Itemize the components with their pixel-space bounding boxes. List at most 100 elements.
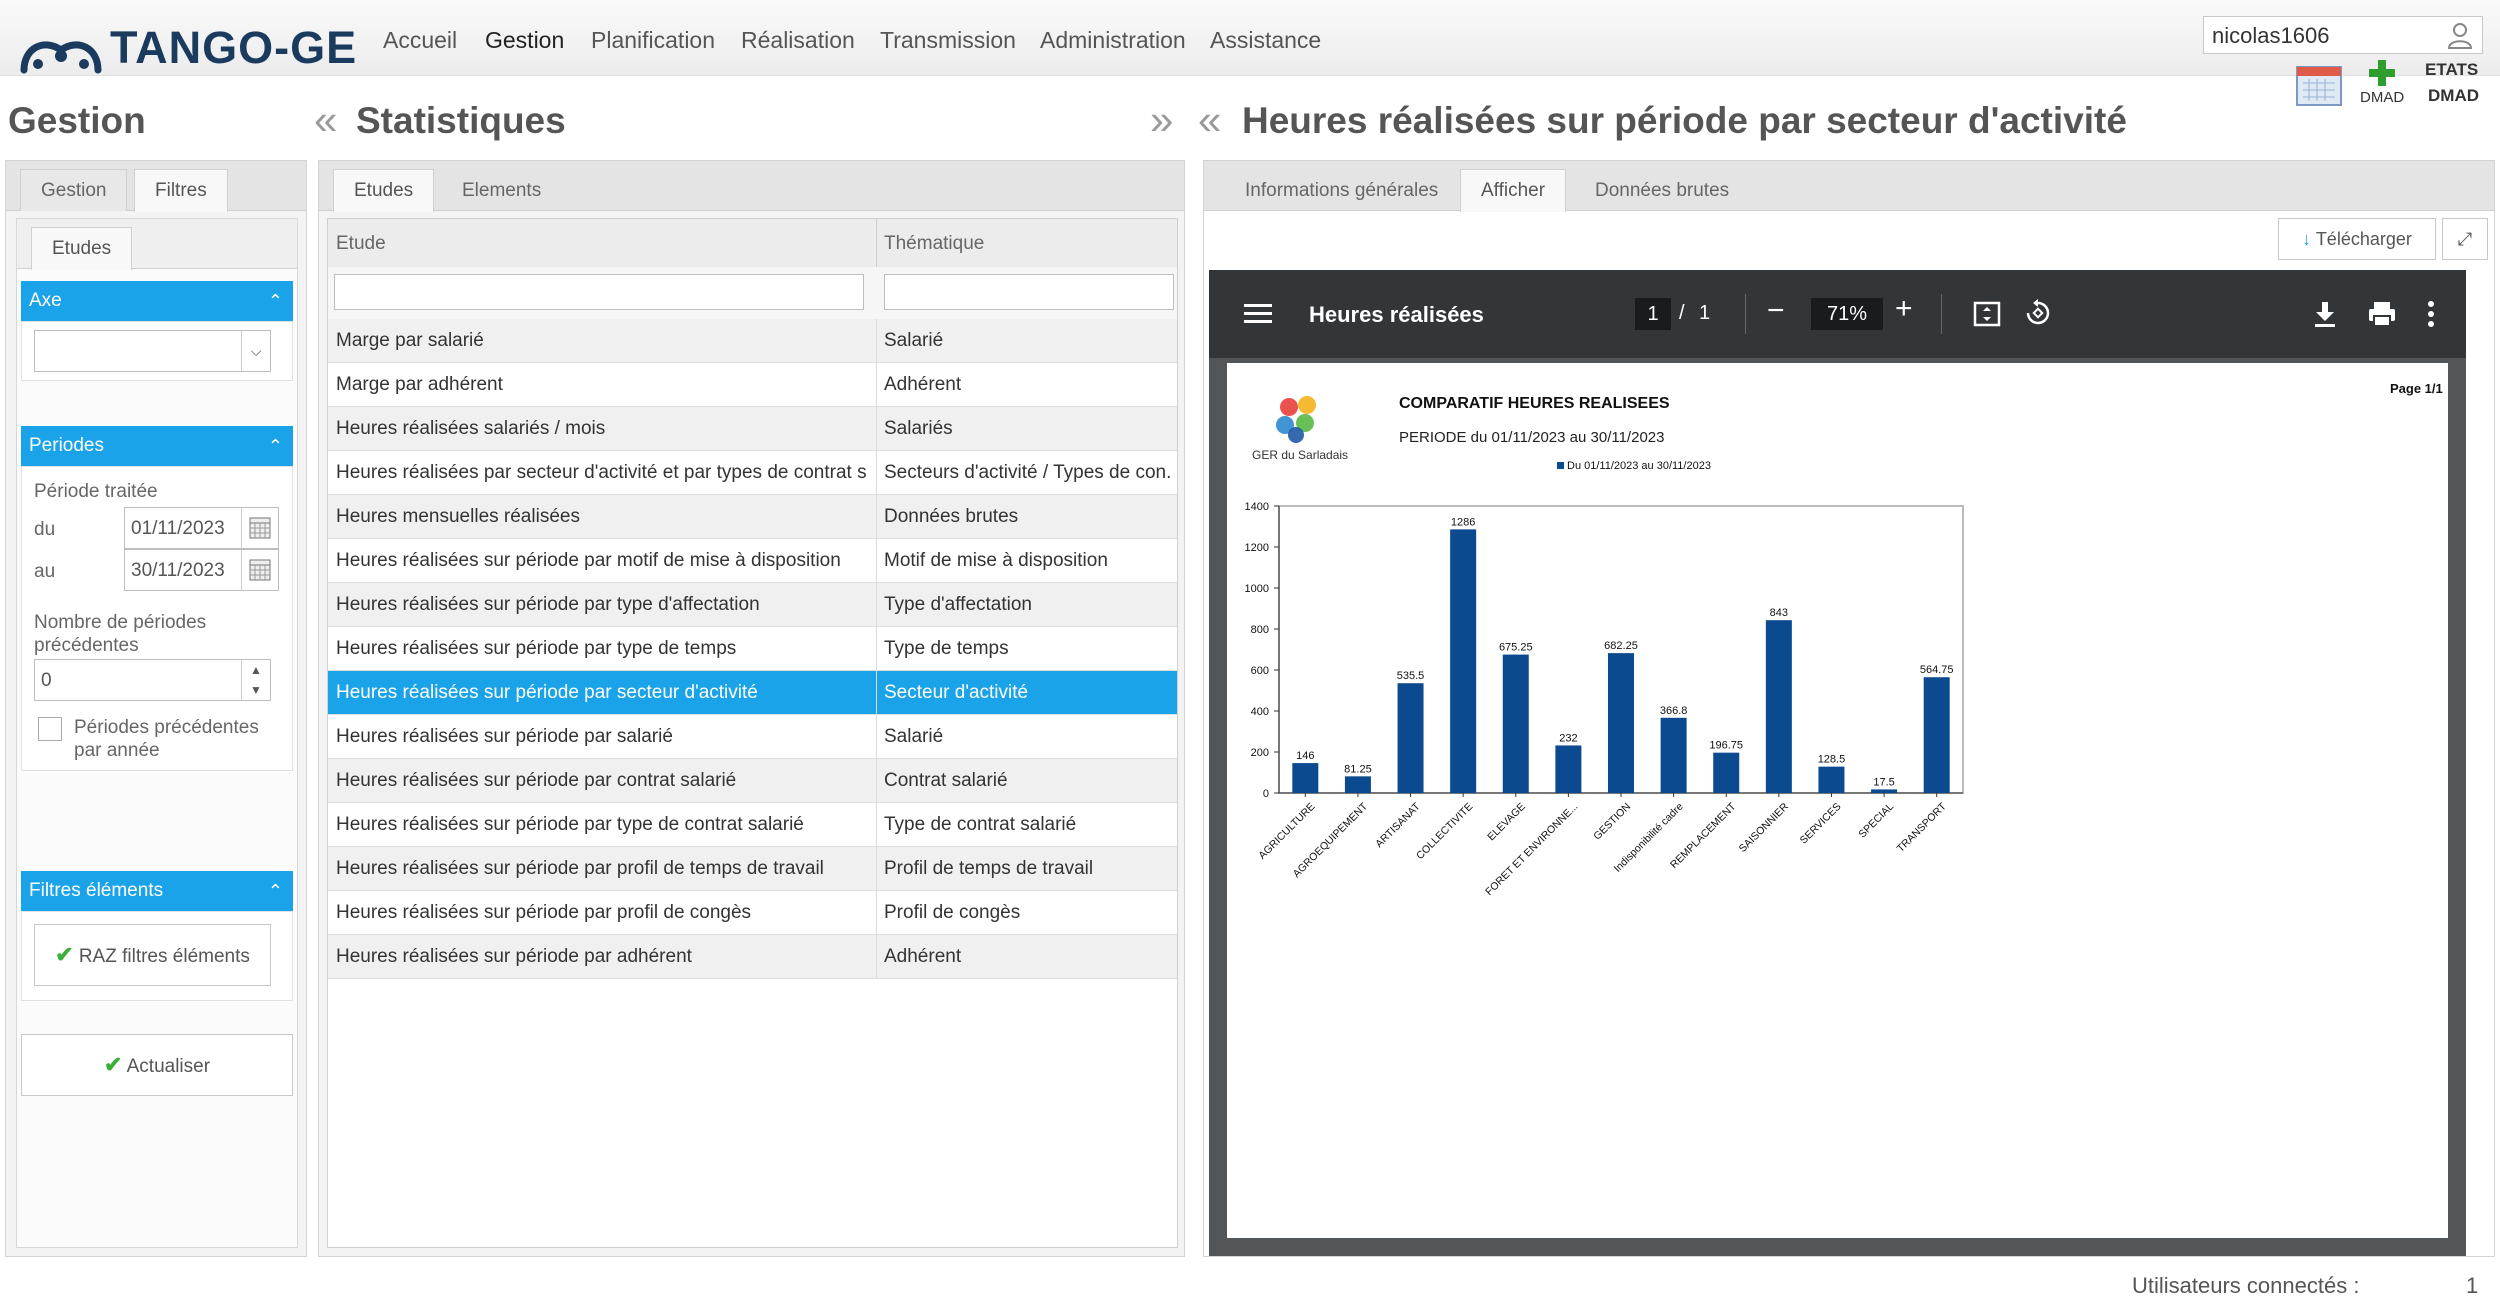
filter-etude-input[interactable] xyxy=(334,274,864,310)
add-dmad-icon[interactable] xyxy=(2367,58,2397,88)
du-label: du xyxy=(34,519,56,540)
nav-administration[interactable]: Administration xyxy=(1040,27,1186,54)
chevron-up-icon[interactable]: ⌃ xyxy=(268,426,283,466)
menu-icon[interactable] xyxy=(1244,302,1272,326)
page-number-input[interactable]: 1 xyxy=(1635,298,1671,330)
column-thematique[interactable]: Thématique xyxy=(884,233,984,255)
periodes-par-annee-checkbox[interactable] xyxy=(38,717,62,741)
tab-filtres[interactable]: Filtres xyxy=(134,169,228,212)
download-icon[interactable] xyxy=(2312,300,2338,328)
tab-afficher[interactable]: Afficher xyxy=(1460,169,1567,212)
expand-icon: ⤢ xyxy=(2457,229,2473,249)
tab-etudes[interactable]: Etudes xyxy=(333,169,435,212)
calendar-icon[interactable] xyxy=(2295,63,2343,107)
table-row[interactable]: Heures réalisées sur période par type d'… xyxy=(328,583,1177,627)
telecharger-button[interactable]: ↓ Télécharger xyxy=(2278,218,2436,260)
cell-divider xyxy=(876,539,877,583)
zoom-input[interactable]: 71% xyxy=(1811,298,1883,330)
fullscreen-button[interactable]: ⤢ xyxy=(2442,218,2488,260)
x-tick-label: GESTION xyxy=(1591,801,1633,843)
table-row[interactable]: Heures réalisées salariés / mois Salariés xyxy=(328,407,1177,451)
raz-filtres-button[interactable]: ✔ RAZ filtres éléments xyxy=(34,924,271,986)
table-row[interactable]: Heures réalisées sur période par secteur… xyxy=(328,671,1177,715)
etats-dmad-label[interactable]: DMAD xyxy=(2428,86,2479,106)
chevron-down-icon[interactable]: ⌵ xyxy=(241,331,270,371)
page-total: 1 xyxy=(1699,302,1711,324)
nav-accueil[interactable]: Accueil xyxy=(383,27,457,54)
nav-planification[interactable]: Planification xyxy=(591,27,715,54)
user-name: nicolas1606 xyxy=(2212,23,2330,48)
fit-page-icon[interactable] xyxy=(1973,300,2001,328)
zoom-out-icon[interactable]: − xyxy=(1767,294,1785,328)
table-row[interactable]: Heures réalisées sur période par profil … xyxy=(328,891,1177,935)
expand-right-icon[interactable]: » xyxy=(1150,96,1174,144)
date-au-field[interactable]: 30/11/2023 xyxy=(124,549,279,591)
raz-filtres-label: RAZ filtres éléments xyxy=(78,946,250,967)
etats-label[interactable]: ETATS xyxy=(2425,60,2478,80)
toolbar-divider xyxy=(1941,294,1942,334)
table-row[interactable]: Heures réalisées sur période par salarié… xyxy=(328,715,1177,759)
y-tick-label: 200 xyxy=(1251,747,1269,759)
print-icon[interactable] xyxy=(2367,300,2397,328)
data-label: 1286 xyxy=(1451,516,1475,528)
axe-header-label: Axe xyxy=(29,290,62,311)
table-row[interactable]: Heures réalisées sur période par motif d… xyxy=(328,539,1177,583)
dmad-label[interactable]: DMAD xyxy=(2360,89,2404,106)
table-row[interactable]: Marge par adhérent Adhérent xyxy=(328,363,1177,407)
filtres-content: Etudes Axe ⌃ ⌵ Periodes ⌃ Période traité… xyxy=(16,218,298,1248)
zoom-in-icon[interactable]: + xyxy=(1895,292,1913,326)
column-etude[interactable]: Etude xyxy=(336,233,386,255)
actualiser-button[interactable]: ✔ Actualiser xyxy=(21,1034,293,1096)
periodes-header[interactable]: Periodes ⌃ xyxy=(21,426,293,466)
collapse-left-icon[interactable]: « xyxy=(314,96,338,144)
nav-gestion[interactable]: Gestion xyxy=(485,27,564,54)
calendar-icon[interactable] xyxy=(241,550,278,590)
date-du-field[interactable]: 01/11/2023 xyxy=(124,507,279,549)
cell-thematique: Secteur d'activité xyxy=(884,682,1029,703)
cell-thematique: Adhérent xyxy=(884,946,962,967)
filtres-elements-header[interactable]: Filtres éléments ⌃ xyxy=(21,871,293,911)
table-row[interactable]: Heures réalisées par secteur d'activité … xyxy=(328,451,1177,495)
periodes-par-annee-label-1: Périodes précédentes xyxy=(74,717,259,738)
chevron-up-icon[interactable]: ⌃ xyxy=(268,281,283,321)
table-row[interactable]: Heures réalisées sur période par type de… xyxy=(328,803,1177,847)
axe-select[interactable]: ⌵ xyxy=(34,330,271,372)
cell-thematique: Type de temps xyxy=(884,638,1009,659)
table-row[interactable]: Marge par salarié Salarié xyxy=(328,319,1177,363)
bar xyxy=(1923,677,1950,793)
cell-thematique: Salarié xyxy=(884,330,944,351)
table-row[interactable]: Heures réalisées sur période par type de… xyxy=(328,627,1177,671)
etudes-grid: Etude Thématique Marge par salarié Salari… xyxy=(327,218,1178,1248)
tab-elements[interactable]: Elements xyxy=(441,169,562,211)
table-row[interactable]: Heures réalisées sur période par adhéren… xyxy=(328,935,1177,979)
stepper-arrows-icon[interactable]: ▲ ▼ xyxy=(241,660,270,700)
collapse-detail-icon[interactable]: « xyxy=(1198,96,1222,144)
table-row[interactable]: Heures réalisées sur période par profil … xyxy=(328,847,1177,891)
cell-etude: Heures réalisées sur période par secteur… xyxy=(336,682,758,703)
tab-etudes-filter[interactable]: Etudes xyxy=(31,227,133,270)
table-row[interactable]: Heures mensuelles réalisées Données brute… xyxy=(328,495,1177,539)
cell-thematique: Motif de mise à disposition xyxy=(884,550,1108,571)
nb-periodes-stepper[interactable]: 0 ▲ ▼ xyxy=(34,659,271,701)
nav-assistance[interactable]: Assistance xyxy=(1210,27,1321,54)
user-field[interactable]: nicolas1606 xyxy=(2203,16,2483,54)
filter-thematique-input[interactable] xyxy=(884,274,1174,310)
logo-icon xyxy=(20,41,102,74)
nav-realisation[interactable]: Réalisation xyxy=(741,27,855,54)
chevron-up-icon[interactable]: ⌃ xyxy=(268,871,283,911)
rotate-icon[interactable] xyxy=(2023,298,2053,328)
more-options-icon[interactable] xyxy=(2427,300,2435,328)
nav-transmission[interactable]: Transmission xyxy=(880,27,1016,54)
cell-etude: Heures réalisées sur période par motif d… xyxy=(336,550,841,571)
cell-divider xyxy=(876,363,877,407)
y-tick-label: 800 xyxy=(1251,624,1269,636)
cell-divider xyxy=(876,715,877,759)
tab-informations-generales[interactable]: Informations générales xyxy=(1224,169,1459,211)
axe-header[interactable]: Axe ⌃ xyxy=(21,281,293,321)
tab-donnees-brutes[interactable]: Données brutes xyxy=(1574,169,1750,211)
periodes-header-label: Periodes xyxy=(29,435,104,456)
calendar-icon[interactable] xyxy=(241,508,278,548)
user-icon[interactable] xyxy=(2446,21,2474,49)
table-row[interactable]: Heures réalisées sur période par contrat… xyxy=(328,759,1177,803)
tab-gestion[interactable]: Gestion xyxy=(20,169,128,211)
